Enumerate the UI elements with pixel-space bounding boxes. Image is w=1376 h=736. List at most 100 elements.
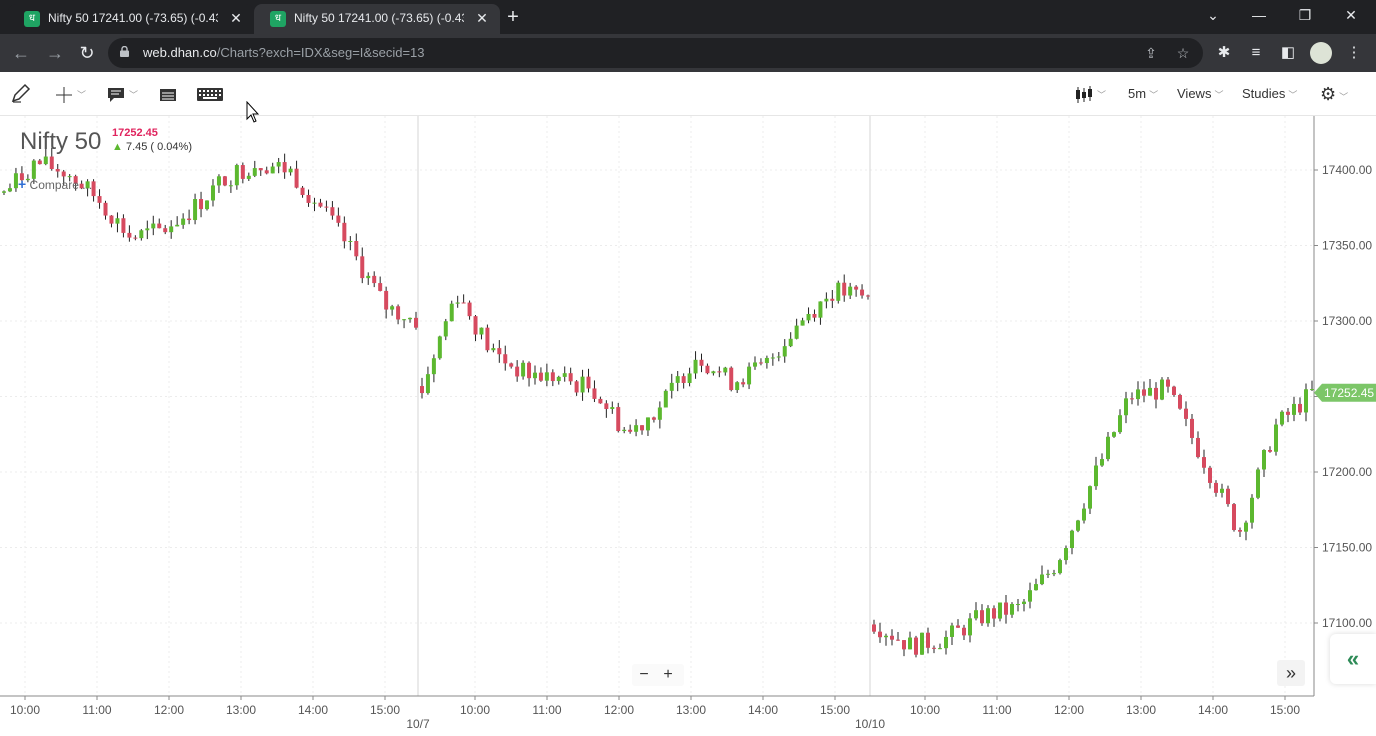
candle-body [1250, 497, 1254, 523]
candle-body [753, 362, 758, 367]
menu-icon[interactable]: ⋮ [1340, 38, 1368, 68]
candle-body [163, 228, 168, 233]
side-panel-toggle-button[interactable]: « [1330, 634, 1376, 684]
candle-body [574, 381, 579, 393]
candle-body [1190, 418, 1194, 438]
x-tick-label: 11:00 [982, 703, 1011, 717]
crosshair-button[interactable]: ﹀ [54, 82, 86, 106]
candle-body [1178, 394, 1182, 409]
candle-body [246, 175, 251, 179]
settings-button[interactable]: ⚙ ﹀ [1320, 82, 1348, 106]
candle-body [818, 301, 823, 318]
candle-body [830, 298, 835, 301]
candle-body [806, 313, 811, 321]
candle-body [1064, 548, 1068, 561]
candle-body [372, 275, 377, 284]
side-panel-icon[interactable]: ◧ [1274, 38, 1302, 68]
candle-body [562, 373, 567, 377]
candle-body [962, 627, 966, 636]
compare-button[interactable]: + Compare ... [18, 176, 92, 192]
x-tick-label: 11:00 [532, 703, 561, 717]
x-tick-label: 15:00 [1270, 703, 1300, 717]
close-icon[interactable]: ✕ [228, 4, 244, 32]
url-path: /Charts?exch=IDX&seg=I&secid=13 [216, 45, 425, 60]
candle-body [866, 295, 870, 297]
candle-body [1232, 504, 1236, 531]
share-icon[interactable]: ⇪ [1138, 38, 1164, 68]
candle-body [651, 417, 656, 420]
candle-body [133, 237, 138, 239]
candle-body [974, 610, 978, 619]
scroll-to-latest-button[interactable]: » [1277, 660, 1305, 686]
y-tick-label: 17400.00 [1322, 163, 1372, 177]
candle-body [55, 168, 60, 172]
candle-body [1028, 590, 1032, 602]
data-table-button[interactable] [158, 82, 178, 106]
chevron-down-icon: ﹀ [1149, 90, 1159, 100]
compare-label: Compare ... [29, 178, 93, 192]
candle-body [776, 356, 781, 358]
annotation-button[interactable]: ﹀ [106, 82, 138, 106]
window-close-button[interactable]: ✕ [1328, 0, 1374, 30]
address-bar[interactable]: web.dhan.co/Charts?exch=IDX&seg=I&secid=… [108, 38, 1203, 68]
reading-list-icon[interactable]: ≡ [1242, 38, 1270, 68]
candle-body [479, 327, 484, 335]
candle-body [497, 348, 502, 355]
back-button[interactable]: ← [6, 38, 36, 68]
candle-body [109, 215, 114, 224]
y-tick-label: 17300.00 [1322, 314, 1372, 328]
candle-body [1004, 602, 1008, 615]
candle-body [604, 403, 609, 409]
minimize-button[interactable]: — [1236, 0, 1282, 30]
profile-avatar[interactable] [1310, 42, 1332, 64]
candle-body [1256, 469, 1260, 498]
views-button[interactable]: Views ﹀ [1177, 82, 1223, 106]
candle-body [145, 228, 150, 231]
candle-body [586, 376, 591, 389]
extensions-icon[interactable]: ✱ [1210, 38, 1238, 68]
keyboard-shortcuts-button[interactable] [196, 82, 224, 106]
candle-body [705, 365, 710, 374]
candle-body [1292, 403, 1296, 415]
candle-body [764, 357, 769, 364]
zoom-out-button[interactable]: − [632, 664, 656, 686]
restore-button[interactable]: ❐ [1282, 0, 1328, 30]
browser-tab-1[interactable]: ध Nifty 50 17241.00 (-73.65) (-0.43% ✕ [8, 4, 254, 34]
candle-body [616, 407, 621, 432]
browser-tab-2[interactable]: ध Nifty 50 17241.00 (-73.65) (-0.43% ✕ [254, 4, 500, 34]
candle-body [657, 407, 662, 420]
candle-body [49, 156, 54, 169]
x-tick-label: 12:00 [1054, 703, 1084, 717]
draw-pencil-button[interactable] [10, 82, 32, 106]
candle-body [169, 226, 174, 233]
chart-type-button[interactable]: ﹀ [1074, 82, 1106, 106]
candle-body [1286, 411, 1290, 415]
candle-body [455, 302, 460, 304]
tab-search-button[interactable]: ⌄ [1190, 0, 1236, 30]
date-label: 10/7 [406, 717, 430, 731]
zoom-controls: − + [632, 664, 684, 686]
reload-button[interactable]: ↻ [72, 38, 102, 68]
candle-body [390, 306, 395, 310]
bookmark-star-icon[interactable]: ☆ [1170, 38, 1196, 68]
close-icon[interactable]: ✕ [474, 4, 490, 32]
candle-body [902, 640, 906, 650]
interval-button[interactable]: 5m ﹀ [1128, 82, 1158, 106]
new-tab-button[interactable]: + [503, 5, 523, 29]
studies-button[interactable]: Studies ﹀ [1242, 82, 1297, 106]
price-chart[interactable]: 17400.0017350.0017300.0017250.0017200.00… [0, 116, 1376, 736]
candle-body [216, 176, 221, 186]
candle-body [1094, 465, 1098, 487]
zoom-in-button[interactable]: + [656, 664, 680, 686]
forward-button[interactable]: → [40, 38, 70, 68]
candle-body [1058, 560, 1062, 574]
candle-body [544, 372, 549, 381]
candle-body [1040, 574, 1044, 585]
candle-body [378, 283, 383, 291]
candle-body [580, 376, 585, 393]
candle-body [1226, 488, 1230, 505]
chart-canvas[interactable]: 17400.0017350.0017300.0017250.0017200.00… [0, 116, 1376, 736]
tab-title: Nifty 50 17241.00 (-73.65) (-0.43% [294, 11, 464, 25]
candle-body [693, 359, 698, 374]
candle-body [532, 372, 537, 379]
